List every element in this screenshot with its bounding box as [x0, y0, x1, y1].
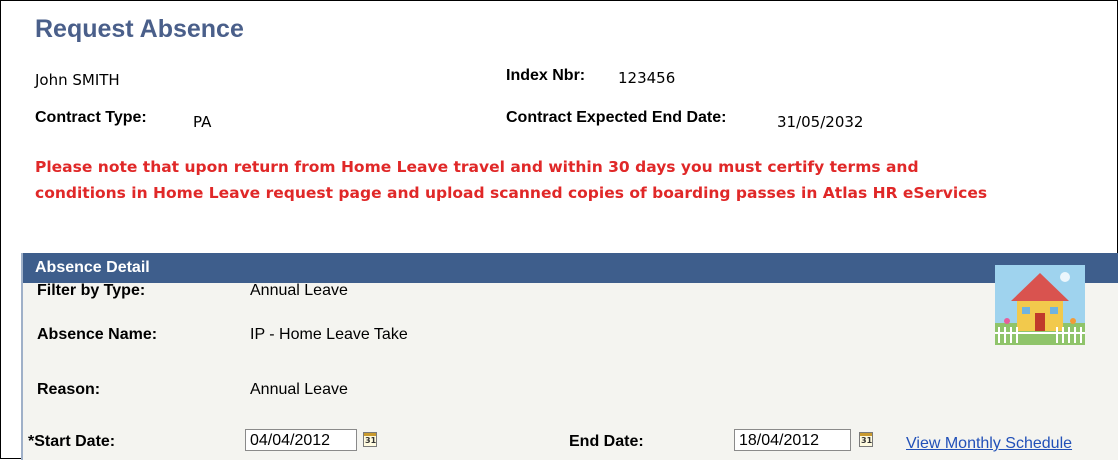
index-nbr-value: 123456: [618, 69, 676, 87]
view-monthly-schedule-link[interactable]: View Monthly Schedule: [906, 435, 1072, 453]
notice-line-1: Please note that upon return from Home L…: [35, 158, 919, 176]
home-leave-notice: Please note that upon return from Home L…: [35, 154, 1115, 206]
end-date-input[interactable]: 18/04/2012: [734, 429, 851, 451]
reason-label: Reason:: [37, 381, 101, 398]
end-date-label: End Date:: [569, 433, 644, 450]
page-title: Request Absence: [35, 15, 244, 43]
filter-by-type-value: Annual Leave: [250, 282, 348, 299]
calendar-icon[interactable]: 31: [363, 432, 377, 447]
notice-line-2: conditions in Home Leave request page an…: [35, 184, 988, 202]
contract-end-label: Contract Expected End Date:: [506, 109, 727, 126]
start-date-input[interactable]: 04/04/2012: [245, 429, 357, 451]
house-illustration-icon: [995, 265, 1085, 345]
start-date-label: *Start Date:: [28, 433, 116, 450]
employee-name: John SMITH: [35, 71, 120, 89]
absence-name-label: Absence Name:: [37, 326, 158, 343]
contract-type-value: PA: [193, 113, 212, 131]
filter-by-type-label: Filter by Type:: [37, 282, 146, 299]
contract-type-label: Contract Type:: [35, 109, 147, 126]
reason-value: Annual Leave: [250, 381, 348, 398]
absence-detail-header: Absence Detail: [23, 253, 1118, 283]
absence-name-value: IP - Home Leave Take: [250, 326, 408, 343]
contract-end-value: 31/05/2032: [777, 113, 864, 131]
index-nbr-label: Index Nbr:: [506, 67, 586, 84]
absence-detail-panel: Absence Detail: [21, 253, 1118, 460]
calendar-icon[interactable]: 31: [859, 432, 873, 447]
page-frame: Request Absence John SMITH Index Nbr: 12…: [0, 0, 1118, 460]
